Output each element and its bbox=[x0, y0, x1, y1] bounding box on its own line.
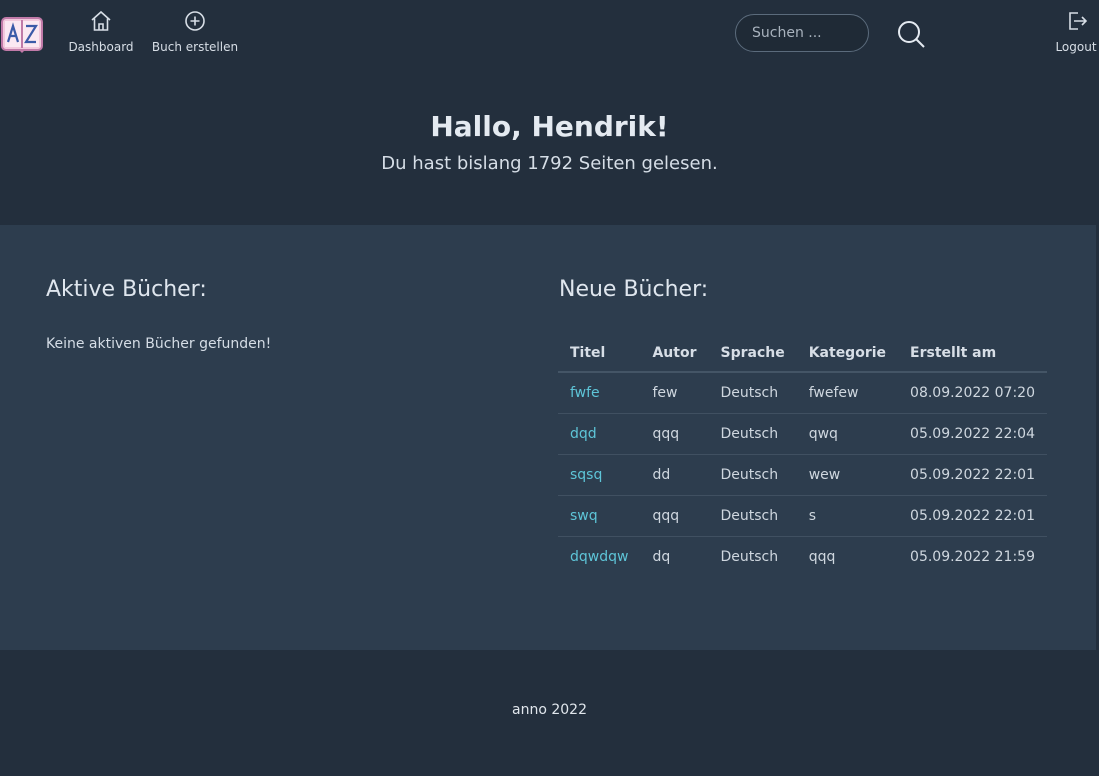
column-header-author: Autor bbox=[640, 335, 709, 373]
book-category: qqq bbox=[808, 549, 836, 565]
book-category: qwq bbox=[796, 413, 899, 455]
book-author: qqq bbox=[640, 413, 709, 455]
logout-icon bbox=[1063, 8, 1089, 34]
search-input[interactable] bbox=[735, 14, 869, 52]
book-author: dq bbox=[652, 549, 671, 565]
book-category: s bbox=[796, 495, 899, 537]
column-header-category: Kategorie bbox=[796, 335, 899, 373]
books-panel: Aktive Bücher: Keine aktiven Bücher gefu… bbox=[0, 225, 1096, 650]
book-category: wew bbox=[796, 454, 899, 496]
greeting-title: Hallo, Hendrik! bbox=[430, 110, 669, 143]
home-icon bbox=[88, 8, 114, 34]
app-logo[interactable] bbox=[0, 14, 44, 54]
column-header-title: Titel bbox=[558, 335, 641, 373]
book-author: few bbox=[640, 372, 709, 414]
nav-create-book-label: Buch erstellen bbox=[151, 40, 239, 54]
book-category: fwefew bbox=[796, 372, 899, 414]
column-header-created: Erstellt am bbox=[898, 335, 1047, 373]
book-language: Deutsch bbox=[708, 372, 797, 414]
book-language: Deutsch bbox=[708, 495, 797, 537]
book-created: 05.09.2022 22:01 bbox=[898, 454, 1047, 496]
table-row: dqd qqq Deutsch qwq 05.09.2022 22:04 bbox=[558, 413, 1047, 455]
logout-label: Logout bbox=[1055, 40, 1097, 54]
plus-circle-icon bbox=[182, 8, 208, 34]
book-title-link[interactable]: fwfe bbox=[570, 385, 600, 401]
nav-dashboard[interactable]: Dashboard bbox=[66, 8, 136, 54]
book-title-link[interactable]: sqsq bbox=[570, 467, 602, 483]
top-navigation: Dashboard Buch erstellen Logout bbox=[0, 0, 1099, 70]
search-button[interactable] bbox=[895, 18, 927, 50]
table-row: fwfe few Deutsch fwefew 08.09.2022 07:20 bbox=[558, 372, 1047, 414]
pages-read-summary: Du hast bislang 1792 Seiten gelesen. bbox=[381, 153, 718, 174]
table-row: sqsq dd Deutsch wew 05.09.2022 22:01 bbox=[558, 454, 1047, 496]
book-title-link[interactable]: swq bbox=[570, 508, 598, 524]
nav-logout[interactable]: Logout bbox=[1052, 8, 1099, 54]
book-created: 05.09.2022 22:01 bbox=[898, 495, 1047, 537]
book-language: Deutsch bbox=[720, 549, 779, 565]
active-books-empty-message: Keine aktiven Bücher gefunden! bbox=[46, 336, 272, 352]
book-created: 05.09.2022 22:04 bbox=[898, 413, 1047, 455]
new-books-table: Titel Autor Sprache Kategorie Erstellt a… bbox=[558, 335, 1047, 577]
book-title-link[interactable]: dqd bbox=[570, 426, 597, 442]
book-created: 08.09.2022 07:20 bbox=[898, 372, 1047, 414]
column-header-language: Sprache bbox=[708, 335, 797, 373]
table-row: swq qqq Deutsch s 05.09.2022 22:01 bbox=[558, 495, 1047, 537]
book-title-link[interactable]: dqwdqw bbox=[570, 549, 628, 565]
book-language: Deutsch bbox=[708, 413, 797, 455]
new-books-title: Neue Bücher: bbox=[559, 277, 709, 302]
nav-dashboard-label: Dashboard bbox=[68, 40, 134, 54]
active-books-title: Aktive Bücher: bbox=[46, 277, 207, 302]
book-author: dd bbox=[640, 454, 709, 496]
book-created: 05.09.2022 21:59 bbox=[910, 549, 1035, 565]
nav-create-book[interactable]: Buch erstellen bbox=[150, 8, 240, 54]
table-row: dqwdqw dq Deutsch qqq 05.09.2022 21:59 bbox=[558, 537, 1047, 578]
book-language: Deutsch bbox=[708, 454, 797, 496]
search-icon bbox=[898, 21, 925, 48]
table-header-row: Titel Autor Sprache Kategorie Erstellt a… bbox=[558, 335, 1047, 373]
book-author: qqq bbox=[640, 495, 709, 537]
footer-text: anno 2022 bbox=[512, 702, 587, 718]
